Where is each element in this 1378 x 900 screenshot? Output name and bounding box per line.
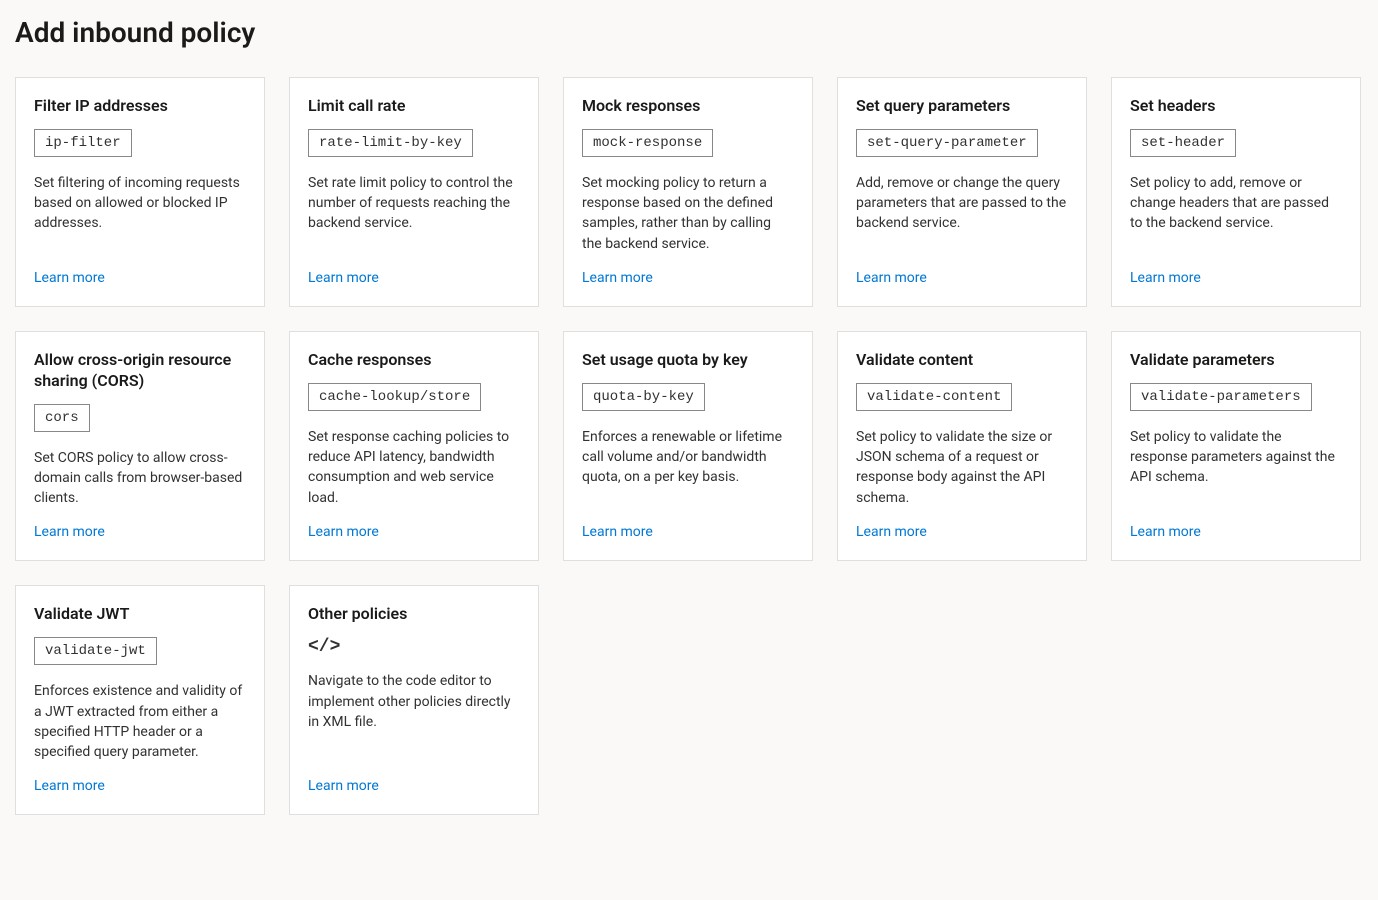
- policy-title: Validate content: [856, 350, 1068, 371]
- learn-more-link[interactable]: Learn more: [582, 524, 794, 540]
- policy-title: Validate parameters: [1130, 350, 1342, 371]
- learn-more-link[interactable]: Learn more: [1130, 524, 1342, 540]
- learn-more-link[interactable]: Learn more: [856, 524, 1068, 540]
- policy-grid: Filter IP addresses ip-filter Set filter…: [15, 77, 1363, 815]
- policy-description: Set mocking policy to return a response …: [582, 173, 794, 254]
- policy-description: Set policy to validate the size or JSON …: [856, 427, 1068, 509]
- policy-code-tag: set-header: [1130, 129, 1236, 157]
- learn-more-link[interactable]: Learn more: [582, 270, 794, 286]
- policy-title: Mock responses: [582, 96, 794, 117]
- page-title: Add inbound policy: [15, 16, 1363, 49]
- policy-card-mock-responses[interactable]: Mock responses mock-response Set mocking…: [563, 77, 813, 307]
- policy-card-cors[interactable]: Allow cross-origin resource sharing (COR…: [15, 331, 265, 561]
- policy-title: Cache responses: [308, 350, 520, 371]
- policy-title: Limit call rate: [308, 96, 520, 117]
- learn-more-link[interactable]: Learn more: [308, 778, 520, 794]
- policy-code-tag: ip-filter: [34, 129, 132, 157]
- policy-description: Set response caching policies to reduce …: [308, 427, 520, 509]
- policy-code-tag: cache-lookup/store: [308, 383, 481, 411]
- policy-title: Filter IP addresses: [34, 96, 246, 117]
- learn-more-link[interactable]: Learn more: [308, 270, 520, 286]
- policy-description: Add, remove or change the query paramete…: [856, 173, 1068, 254]
- policy-description: Set rate limit policy to control the num…: [308, 173, 520, 254]
- policy-card-filter-ip-addresses[interactable]: Filter IP addresses ip-filter Set filter…: [15, 77, 265, 307]
- policy-code-tag: validate-content: [856, 383, 1012, 411]
- policy-card-validate-parameters[interactable]: Validate parameters validate-parameters …: [1111, 331, 1361, 561]
- policy-code-tag: validate-parameters: [1130, 383, 1312, 411]
- policy-card-limit-call-rate[interactable]: Limit call rate rate-limit-by-key Set ra…: [289, 77, 539, 307]
- policy-title: Set usage quota by key: [582, 350, 794, 371]
- policy-card-set-headers[interactable]: Set headers set-header Set policy to add…: [1111, 77, 1361, 307]
- policy-title: Validate JWT: [34, 604, 246, 625]
- policy-card-set-usage-quota-by-key[interactable]: Set usage quota by key quota-by-key Enfo…: [563, 331, 813, 561]
- policy-title: Allow cross-origin resource sharing (COR…: [34, 350, 246, 392]
- learn-more-link[interactable]: Learn more: [308, 524, 520, 540]
- policy-title: Other policies: [308, 604, 520, 625]
- policy-code-tag: rate-limit-by-key: [308, 129, 473, 157]
- policy-description: Set policy to add, remove or change head…: [1130, 173, 1342, 254]
- policy-description: Navigate to the code editor to implement…: [308, 671, 520, 762]
- policy-title: Set query parameters: [856, 96, 1068, 117]
- policy-card-set-query-parameters[interactable]: Set query parameters set-query-parameter…: [837, 77, 1087, 307]
- policy-description: Enforces existence and validity of a JWT…: [34, 681, 246, 762]
- policy-description: Enforces a renewable or lifetime call vo…: [582, 427, 794, 509]
- policy-description: Set policy to validate the response para…: [1130, 427, 1342, 509]
- learn-more-link[interactable]: Learn more: [34, 524, 246, 540]
- policy-card-other-policies[interactable]: Other policies </> Navigate to the code …: [289, 585, 539, 815]
- policy-code-tag: quota-by-key: [582, 383, 705, 411]
- learn-more-link[interactable]: Learn more: [34, 778, 246, 794]
- policy-description: Set filtering of incoming requests based…: [34, 173, 246, 254]
- policy-card-validate-jwt[interactable]: Validate JWT validate-jwt Enforces exist…: [15, 585, 265, 815]
- policy-code-tag: mock-response: [582, 129, 713, 157]
- learn-more-link[interactable]: Learn more: [856, 270, 1068, 286]
- policy-card-validate-content[interactable]: Validate content validate-content Set po…: [837, 331, 1087, 561]
- policy-title: Set headers: [1130, 96, 1342, 117]
- code-editor-icon: </>: [308, 637, 520, 657]
- policy-code-tag: set-query-parameter: [856, 129, 1038, 157]
- policy-card-cache-responses[interactable]: Cache responses cache-lookup/store Set r…: [289, 331, 539, 561]
- policy-code-tag: cors: [34, 404, 90, 432]
- policy-description: Set CORS policy to allow cross-domain ca…: [34, 448, 246, 509]
- learn-more-link[interactable]: Learn more: [1130, 270, 1342, 286]
- policy-code-tag: validate-jwt: [34, 637, 157, 665]
- learn-more-link[interactable]: Learn more: [34, 270, 246, 286]
